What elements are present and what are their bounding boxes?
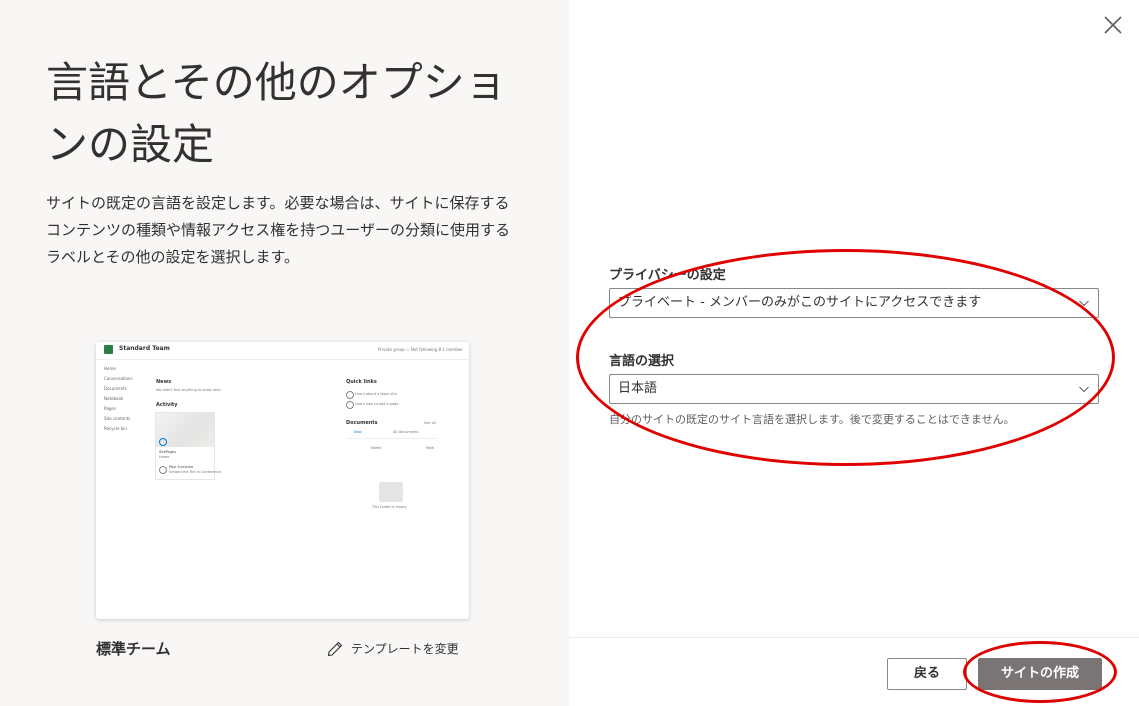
preview-quick-link: Learn about a team site <box>355 392 397 396</box>
back-button[interactable]: 戻る <box>887 658 967 690</box>
preview-empty-folder-icon <box>379 482 403 502</box>
template-preview: Standard Team Private group ☆ Not follow… <box>96 342 469 619</box>
preview-modified-column: Modi <box>426 446 435 450</box>
preview-see-all: See all <box>424 421 436 425</box>
preview-nav-item: Pages <box>104 406 116 411</box>
preview-all-documents: All Documents <box>393 430 419 434</box>
left-panel: 言語とその他のオプションの設定 サイトの既定の言語を設定します。必要な場合は、サ… <box>0 0 569 706</box>
preview-nav-item: Notebook <box>104 396 124 401</box>
preview-nav-item: Conversations <box>104 376 133 381</box>
language-dropdown[interactable]: 日本語 <box>609 374 1099 404</box>
create-site-button[interactable]: サイトの作成 <box>978 658 1102 690</box>
language-selected-value: 日本語 <box>618 381 658 396</box>
preview-header: Standard Team Private group ☆ Not follow… <box>96 342 469 360</box>
pencil-icon <box>327 641 343 656</box>
preview-user-avatar <box>159 466 167 474</box>
preview-empty-text: This folder is empty <box>372 505 407 509</box>
preview-news-heading: News <box>156 379 172 385</box>
preview-nav-item: Recycle bin <box>104 426 127 431</box>
template-name: 標準チーム <box>96 640 171 658</box>
preview-card-user-sub: Viewed the File in Conference <box>169 470 221 474</box>
preview-nav: Home Conversations Documents Notebook Pa… <box>104 364 133 434</box>
chevron-down-icon <box>1079 386 1089 393</box>
preview-nav-item: Site contents <box>104 416 131 421</box>
preview-nav-item: Home <box>104 366 116 371</box>
preview-site-logo <box>104 345 113 354</box>
change-template-label: テンプレートを変更 <box>351 642 459 656</box>
preview-card-title: SitePages <box>159 450 177 454</box>
preview-activity-card: SitePages Home Paul Surname Viewed the F… <box>155 412 221 480</box>
chevron-down-icon <box>1079 300 1089 307</box>
preview-link-icon <box>346 401 354 409</box>
footer-divider <box>569 637 1139 638</box>
preview-card-subtitle: Home <box>159 455 170 459</box>
close-icon[interactable] <box>1101 13 1125 37</box>
preview-name-column: Name <box>371 446 382 450</box>
privacy-label: プライバシーの設定 <box>609 268 726 283</box>
preview-link-icon <box>346 391 354 399</box>
page-description: サイトの既定の言語を設定します。必要な場合は、サイトに保存するコンテンツの種類や… <box>46 194 510 266</box>
change-template-button[interactable]: テンプレートを変更 <box>327 640 459 657</box>
preview-card-icon <box>159 438 167 446</box>
language-help-text: 自分のサイトの既定のサイト言語を選択します。後で変更することはできません。 <box>609 413 1015 426</box>
preview-activity-heading: Activity <box>156 402 178 408</box>
page-title: 言語とその他のオプションの設定 <box>46 58 507 169</box>
preview-quick-links-heading: Quick links <box>346 379 377 385</box>
preview-site-name: Standard Team <box>119 345 170 352</box>
preview-top-links: Private group ☆ Not following 8 1 member <box>377 347 463 352</box>
preview-new: New <box>354 430 362 434</box>
privacy-dropdown[interactable]: プライベート - メンバーのみがこのサイトにアクセスできます <box>609 288 1099 318</box>
preview-quick-link: Learn how to add a page <box>355 402 399 406</box>
preview-documents-heading: Documents <box>346 420 378 426</box>
language-label: 言語の選択 <box>609 354 675 369</box>
preview-divider <box>346 438 436 439</box>
privacy-selected-value: プライベート - メンバーのみがこのサイトにアクセスできます <box>618 295 982 310</box>
preview-nav-item: Documents <box>104 386 127 391</box>
preview-card-user: Paul Surname <box>169 465 194 469</box>
preview-news-text: We didn't find anything to show here. <box>156 388 222 392</box>
